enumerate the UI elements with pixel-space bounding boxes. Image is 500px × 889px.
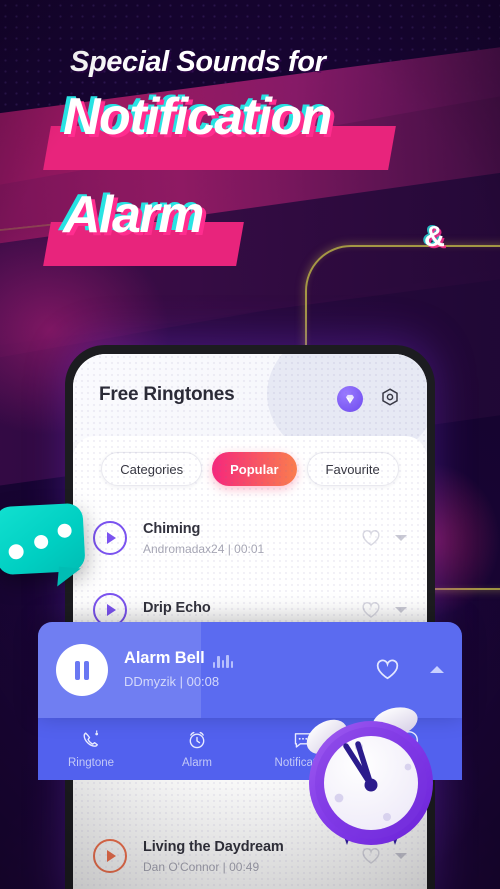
pause-icon	[84, 660, 89, 680]
chat-bubble-decoration	[0, 502, 86, 589]
list-item-meta: Chiming Andromadax24 | 00:01	[143, 521, 361, 556]
list-item-subtitle: Andromadax24 | 00:01	[143, 541, 265, 556]
headline-ampersand: &	[424, 221, 445, 253]
list-item-actions	[361, 529, 407, 547]
chevron-down-icon[interactable]	[395, 535, 407, 541]
heart-outline-icon[interactable]	[361, 529, 381, 547]
phone-ring-icon	[83, 730, 99, 747]
list-item-title: Drip Echo	[143, 599, 211, 616]
action-ringtone[interactable]: Ringtone	[38, 729, 144, 769]
list-item-title: Chiming	[143, 520, 201, 537]
action-label: Alarm	[181, 757, 213, 769]
chevron-down-icon[interactable]	[395, 607, 407, 613]
chevron-up-icon[interactable]	[430, 666, 444, 673]
list-item-actions	[361, 601, 407, 619]
equalizer-icon	[212, 654, 234, 668]
headline-line-3: Alarm	[63, 188, 204, 243]
heart-outline-icon[interactable]	[375, 658, 400, 681]
headline-line-2-row: Notification	[0, 90, 500, 145]
gear-icon[interactable]	[377, 386, 403, 412]
pause-icon	[75, 660, 80, 680]
page-title: Free Ringtones	[99, 384, 235, 405]
bubble-dot	[57, 523, 72, 539]
gem-icon[interactable]	[337, 386, 363, 412]
alarm-clock-icon	[189, 731, 205, 749]
bubble-dot	[8, 543, 25, 560]
now-playing-title: Alarm Bell	[124, 649, 205, 667]
now-playing-player: Alarm Bell DDmyzik | 00:08	[38, 622, 462, 718]
list-item-meta: Drip Echo	[143, 600, 361, 621]
now-playing-meta: Alarm Bell DDmyzik | 00:08	[124, 649, 234, 689]
pause-button[interactable]	[56, 644, 108, 696]
bubble-dot	[33, 534, 49, 550]
tab-favourite[interactable]: Favourite	[306, 452, 399, 486]
heart-outline-icon[interactable]	[361, 601, 381, 619]
alarm-clock-illustration	[297, 705, 447, 870]
app-header: Free Ringtones	[73, 354, 427, 442]
play-icon[interactable]	[93, 521, 127, 555]
now-playing-subtitle: DDmyzik | 00:08	[124, 674, 220, 689]
promo-screenshot: Special Sounds for Notification Alarm & …	[0, 0, 500, 889]
action-label: Ringtone	[67, 757, 115, 769]
tab-popular[interactable]: Popular	[212, 452, 297, 486]
player-actions	[375, 658, 444, 681]
headline-line-2: Notification	[63, 90, 332, 145]
bubble-tail	[57, 566, 81, 589]
play-icon[interactable]	[93, 839, 127, 873]
tab-bar: Categories Popular Favourite	[73, 452, 427, 486]
action-alarm[interactable]: Alarm	[144, 729, 250, 769]
promo-headline: Special Sounds for Notification Alarm &	[0, 46, 500, 266]
tab-categories[interactable]: Categories	[101, 452, 203, 486]
headline-line-1: Special Sounds for	[70, 46, 326, 78]
now-playing-title-row: Alarm Bell	[124, 649, 234, 668]
list-item[interactable]: Chiming Andromadax24 | 00:01	[73, 502, 427, 574]
